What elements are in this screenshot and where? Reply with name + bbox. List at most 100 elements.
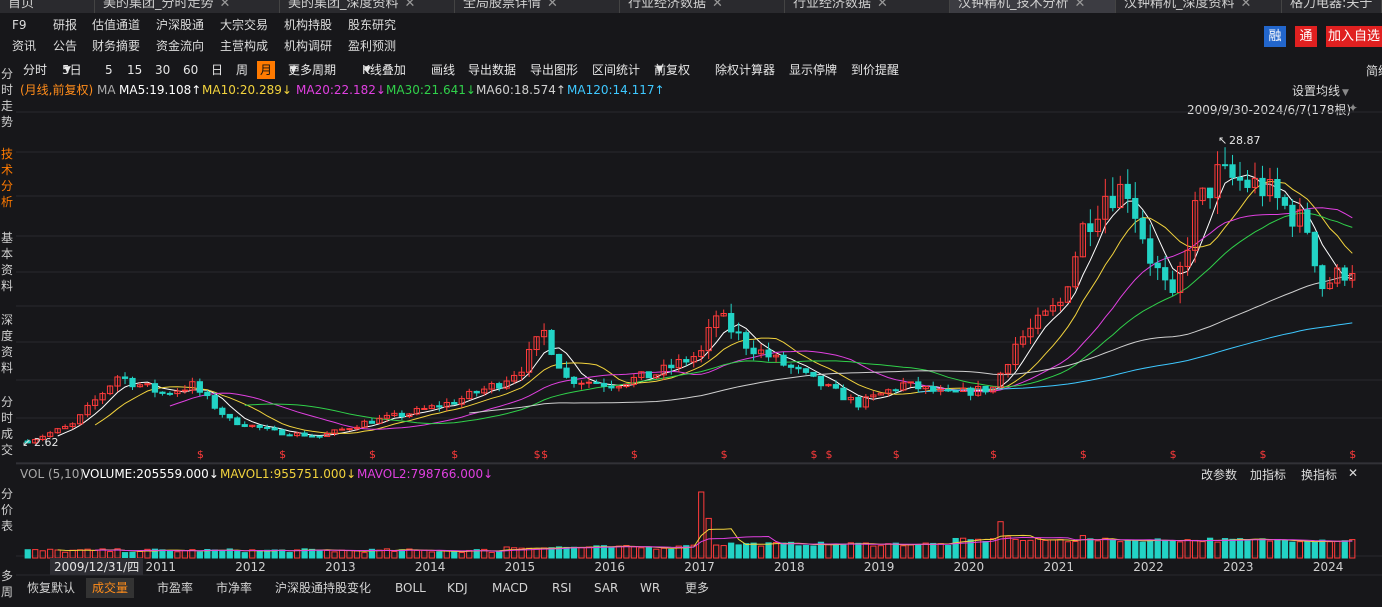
period-monthly[interactable]: 月: [257, 61, 276, 79]
kdj-tab[interactable]: KDJ: [447, 578, 468, 598]
nav-announcements[interactable]: 公告: [53, 36, 77, 56]
close-icon[interactable]: ✕: [220, 0, 231, 11]
tab-stock-details[interactable]: 全局股票详情 ✕: [455, 0, 620, 13]
tab-hanbell-technical[interactable]: 汉钟精机_技术分析 ✕: [950, 0, 1116, 13]
period-daily[interactable]: 日: [211, 61, 223, 79]
export-data[interactable]: 导出数据: [468, 61, 516, 79]
set-ma-button[interactable]: 设置均线 ▼: [1292, 82, 1349, 99]
candle-body: [802, 368, 810, 373]
volume-bar: [1319, 539, 1326, 559]
period-30min[interactable]: 30: [155, 61, 170, 79]
wr-tab[interactable]: WR: [640, 578, 660, 598]
tab-midea-intraday[interactable]: 美的集团_分时走势 ✕: [95, 0, 280, 13]
pin-icon[interactable]: ✦: [1348, 101, 1358, 115]
tab-industry-data-2[interactable]: 行业经济数据 ✕: [785, 0, 950, 13]
nav-institution-survey[interactable]: 机构调研: [284, 36, 332, 56]
connect-badge[interactable]: 通: [1295, 26, 1317, 47]
candle-body: [77, 414, 84, 425]
price-alert[interactable]: 到价提醒: [851, 61, 899, 79]
tab-hanbell-profile[interactable]: 汉钟精机_深度资料 ✕: [1116, 0, 1282, 13]
sar-tab[interactable]: SAR: [594, 578, 618, 598]
switch-indicator-button[interactable]: 换指标: [1301, 466, 1337, 483]
volume-bar: [226, 548, 233, 559]
candle-body: [855, 396, 862, 408]
nav-block-trade[interactable]: 大宗交易: [220, 15, 268, 35]
restore-default-tab[interactable]: 恢复默认: [27, 578, 75, 598]
sidebar-intraday[interactable]: 分时走势: [0, 66, 14, 130]
more-tab[interactable]: 更多: [685, 578, 709, 598]
macd-tab[interactable]: MACD: [492, 578, 528, 598]
dropdown-icon: ▼: [656, 65, 663, 75]
add-indicator-button[interactable]: 加指标: [1250, 466, 1286, 483]
candle-body: [383, 414, 391, 419]
set-ma-label: 设置均线: [1292, 84, 1341, 98]
sidebar-multi-period[interactable]: 多周: [0, 568, 14, 600]
pb-ratio-tab[interactable]: 市净率: [216, 578, 252, 598]
close-icon[interactable]: ✕: [405, 0, 416, 11]
period-intraday[interactable]: 分时: [23, 61, 47, 79]
period-15min[interactable]: 15: [127, 61, 142, 79]
candle-body: [757, 349, 765, 355]
candle-body: [1034, 314, 1042, 329]
volume-bar: [877, 545, 884, 559]
volume-bar: [518, 547, 525, 559]
close-icon[interactable]: ✕: [1075, 0, 1086, 11]
candle-body: [892, 389, 899, 392]
close-icon[interactable]: ✕: [1241, 0, 1252, 11]
candle-body: [862, 396, 869, 408]
margin-badge[interactable]: 融: [1264, 26, 1286, 47]
nav-research[interactable]: 研报: [53, 15, 77, 35]
candle-body: [144, 383, 151, 386]
year-label: 2020: [953, 560, 985, 574]
close-icon[interactable]: ✕: [1348, 466, 1358, 480]
boll-tab[interactable]: BOLL: [395, 578, 426, 598]
sidebar-tick-trades[interactable]: 分时成交: [0, 394, 14, 458]
nav-financial-summary[interactable]: 财务摘要: [92, 36, 140, 56]
sidebar-deep-info[interactable]: 深度资料: [0, 312, 14, 376]
volume-bar: [1191, 539, 1199, 559]
volume-bar: [683, 545, 690, 559]
period-weekly[interactable]: 周: [236, 61, 248, 79]
period-5min[interactable]: 5: [105, 61, 113, 79]
period-60min[interactable]: 60: [183, 61, 198, 79]
close-icon[interactable]: ✕: [547, 0, 558, 11]
nav-f9[interactable]: F9: [12, 15, 27, 35]
export-image[interactable]: 导出图形: [530, 61, 578, 79]
sidebar-basic-info[interactable]: 基本资料: [0, 230, 14, 294]
nav-earnings-forecast[interactable]: 盈利预测: [348, 36, 396, 56]
edit-params-button[interactable]: 改参数: [1201, 466, 1237, 483]
close-icon[interactable]: ✕: [712, 0, 723, 11]
volume-bar: [32, 549, 39, 559]
candle-body: [555, 353, 563, 369]
sidebar-price-table[interactable]: 分价表: [0, 486, 14, 534]
candle-body: [1319, 265, 1326, 290]
candle-body: [1109, 195, 1116, 209]
show-suspension[interactable]: 显示停牌: [789, 61, 837, 79]
volume-bar: [1289, 541, 1296, 559]
tab-gree-notice[interactable]: 格力电器:关于: [1282, 0, 1382, 13]
tab-label: 美的集团_分时走势: [103, 0, 214, 11]
tab-midea-profile[interactable]: 美的集团_深度资料 ✕: [280, 0, 455, 13]
nav-shareholder-research[interactable]: 股东研究: [348, 15, 396, 35]
volume-bar: [892, 542, 899, 559]
hk-connect-holdings-tab[interactable]: 沪深股通持股变化: [275, 578, 371, 598]
collapse-label[interactable]: 简缩: [1366, 62, 1382, 79]
tab-industry-data-1[interactable]: 行业经济数据 ✕: [620, 0, 785, 13]
volume-tab[interactable]: 成交量: [86, 578, 135, 598]
nav-business-composition[interactable]: 主营构成: [220, 36, 268, 56]
range-stats[interactable]: 区间统计: [592, 61, 640, 79]
dividend-marker: $: [369, 448, 376, 461]
nav-hk-connect[interactable]: 沪深股通: [156, 15, 204, 35]
nav-news[interactable]: 资讯: [12, 36, 36, 56]
ex-rights-calculator[interactable]: 除权计算器: [715, 61, 775, 79]
rsi-tab[interactable]: RSI: [552, 578, 572, 598]
add-to-watchlist-button[interactable]: 加入自选: [1326, 26, 1382, 47]
tab-home[interactable]: 首页: [0, 0, 95, 13]
close-icon[interactable]: ✕: [877, 0, 888, 11]
nav-fund-flow[interactable]: 资金流向: [156, 36, 204, 56]
draw-line[interactable]: 画线: [431, 61, 455, 79]
sidebar-technical[interactable]: 技术分析: [0, 146, 14, 210]
nav-institution-holdings[interactable]: 机构持股: [284, 15, 332, 35]
pe-ratio-tab[interactable]: 市盈率: [157, 578, 193, 598]
nav-valuation[interactable]: 估值通道: [92, 15, 140, 35]
